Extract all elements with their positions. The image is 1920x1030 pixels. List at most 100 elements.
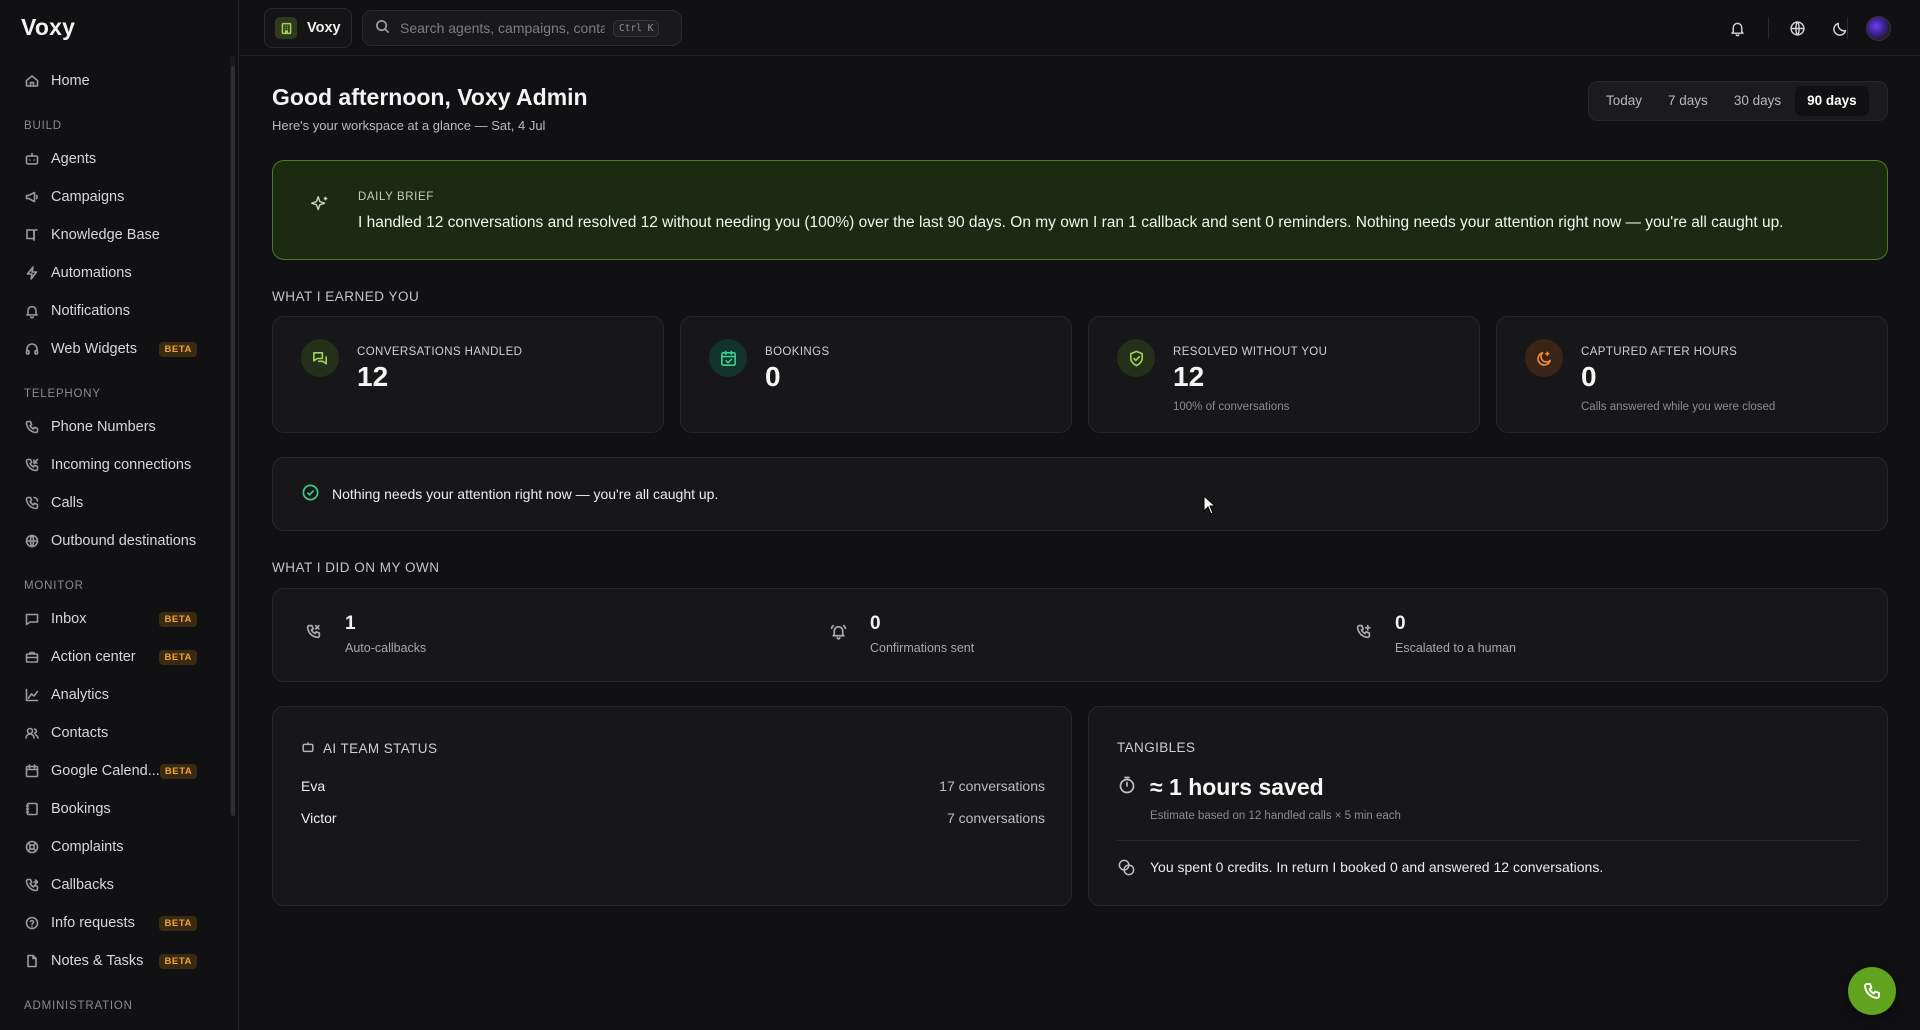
- ai-team-status-label: AI TEAM STATUS: [323, 741, 438, 756]
- sidebar-item-outbound-destinations[interactable]: Outbound destinations: [0, 522, 231, 560]
- sidebar-item-info-requests[interactable]: Info requests BETA: [0, 904, 231, 942]
- sidebar-item-callbacks[interactable]: Callbacks: [0, 866, 231, 904]
- tangibles-title: TANGIBLES: [1117, 740, 1196, 755]
- headset-icon: [24, 341, 40, 357]
- sidebar-item-label: Complaints: [51, 839, 124, 855]
- range-option[interactable]: 90 days: [1795, 86, 1869, 116]
- autonomous-action-value: 1: [345, 613, 356, 634]
- sidebar-section-heading: MONITOR: [24, 580, 84, 592]
- sidebar-item-label: Google Calend...: [51, 763, 160, 779]
- autonomous-action-value: 0: [1395, 613, 1406, 634]
- beta-badge: BETA: [159, 915, 197, 931]
- sidebar-item-label: Outbound destinations: [51, 533, 197, 549]
- shield-check-icon: [1117, 339, 1155, 377]
- tangibles-card: TANGIBLES ≈ 1 hours saved Estimate based…: [1088, 706, 1888, 906]
- help-circle-icon: [24, 915, 40, 931]
- sidebar-item-google-calend[interactable]: Google Calend... BETA: [0, 752, 231, 790]
- range-option[interactable]: 7 days: [1656, 86, 1720, 116]
- own-section-heading: WHAT I DID ON MY OWN: [272, 560, 440, 575]
- sidebar: Voxy Home BUILD Agents Campaigns Knowledge B…: [0, 0, 239, 1030]
- sidebar-item-label: Incoming connections: [51, 457, 192, 473]
- sidebar-item-home[interactable]: Home: [0, 62, 231, 100]
- sidebar-item-calls[interactable]: Calls: [0, 484, 231, 522]
- daily-brief-text: I handled 12 conversations and resolved …: [358, 214, 1784, 231]
- notifications-bell-icon[interactable]: [1726, 17, 1748, 39]
- home-icon: [24, 73, 40, 89]
- sidebar-item-automations[interactable]: Automations: [0, 254, 231, 292]
- kpi-card: RESOLVED WITHOUT YOU 12 100% of conversati…: [1088, 316, 1480, 433]
- sidebar-item-label: Action center: [51, 649, 136, 665]
- beta-badge: BETA: [159, 649, 197, 665]
- sidebar-item-label: Bookings: [51, 801, 111, 817]
- kpi-value: 12: [357, 361, 389, 392]
- ai-agent-row[interactable]: Eva 17 conversations: [301, 778, 1045, 794]
- sidebar-nav: Home BUILD Agents Campaigns Knowledge Base Au…: [0, 62, 231, 1020]
- sidebar-item-bookings[interactable]: Bookings: [0, 790, 231, 828]
- ai-team-status-title: AI TEAM STATUS: [301, 740, 437, 757]
- global-search[interactable]: Ctrl K: [362, 10, 682, 46]
- hours-saved: ≈ 1 hours saved: [1150, 774, 1324, 800]
- globe-icon: [24, 533, 40, 549]
- mouse-cursor: [1203, 494, 1217, 519]
- sidebar-item-web-widgets[interactable]: Web Widgets BETA: [0, 330, 231, 368]
- kpi-subtext: Calls answered while you were closed: [1581, 401, 1776, 413]
- kpi-value: 12: [1173, 361, 1205, 392]
- sidebar-item-label: Knowledge Base: [51, 227, 160, 243]
- phone-transfer-icon: [1355, 623, 1372, 644]
- megaphone-icon: [24, 189, 40, 205]
- sidebar-item-label: Analytics: [51, 687, 110, 703]
- range-option[interactable]: 30 days: [1722, 86, 1793, 116]
- phone-forward-icon: [24, 877, 40, 893]
- autonomous-actions-card: 1 Auto-callbacks 0 Confirmations sent 0 Escal…: [272, 588, 1888, 682]
- search-input[interactable]: [400, 20, 605, 36]
- sidebar-item-phone-numbers[interactable]: Phone Numbers: [0, 408, 231, 446]
- sidebar-item-inbox[interactable]: Inbox BETA: [0, 600, 231, 638]
- ai-agent-row[interactable]: Victor 7 conversations: [301, 810, 1045, 826]
- sidebar-item-label: Info requests: [51, 915, 135, 931]
- sidebar-item-campaigns[interactable]: Campaigns: [0, 178, 231, 216]
- hours-saved-note: Estimate based on 12 handled calls × 5 m…: [1150, 810, 1401, 822]
- sidebar-item-notifications[interactable]: Notifications: [0, 292, 231, 330]
- range-option[interactable]: Today: [1594, 86, 1654, 116]
- attention-status-card: Nothing needs your attention right now —…: [272, 457, 1888, 531]
- sidebar-item-complaints[interactable]: Complaints: [0, 828, 231, 866]
- sidebar-item-analytics[interactable]: Analytics: [0, 676, 231, 714]
- sidebar-scrollbar-thumb[interactable]: [231, 66, 235, 816]
- workspace-switcher[interactable]: Voxy: [264, 8, 352, 48]
- message-icon: [24, 611, 40, 627]
- sidebar-item-incoming-connections[interactable]: Incoming connections: [0, 446, 231, 484]
- top-bar: Voxy Ctrl K: [240, 0, 1920, 56]
- file-icon: [24, 953, 40, 969]
- autonomous-action-value: 0: [870, 613, 881, 634]
- kpi-subtext: 100% of conversations: [1173, 401, 1290, 413]
- chart-icon: [24, 687, 40, 703]
- check-circle-icon: [301, 483, 320, 506]
- sidebar-item-action-center[interactable]: Action center BETA: [0, 638, 231, 676]
- sidebar-item-notes-tasks[interactable]: Notes & Tasks BETA: [0, 942, 231, 980]
- ai-agent-conversations: 7 conversations: [946, 810, 1045, 826]
- sidebar-item-label: Web Widgets: [51, 341, 137, 357]
- earned-section-heading: WHAT I EARNED YOU: [272, 289, 420, 304]
- user-avatar[interactable]: [1866, 16, 1891, 41]
- briefcase-icon: [24, 649, 40, 665]
- sidebar-item-label: Campaigns: [51, 189, 125, 205]
- phone-call-icon: [24, 495, 40, 511]
- workspace-name: Voxy: [307, 20, 341, 36]
- sidebar-item-label: Notes & Tasks: [51, 953, 144, 969]
- building-icon: [275, 17, 297, 39]
- calendar-check-icon: [709, 339, 747, 377]
- call-floating-button[interactable]: [1848, 967, 1896, 1015]
- beta-badge: BETA: [159, 763, 198, 779]
- language-globe-icon[interactable]: [1786, 17, 1808, 39]
- book-icon: [24, 227, 40, 243]
- sidebar-item-knowledge-base[interactable]: Knowledge Base: [0, 216, 231, 254]
- search-icon: [375, 19, 390, 38]
- lifebuoy-icon: [24, 839, 40, 855]
- attention-status-text: Nothing needs your attention right now —…: [332, 486, 719, 502]
- bell-ring-icon: [830, 623, 847, 644]
- voxy-logo[interactable]: Voxy: [21, 14, 75, 41]
- kpi-label: RESOLVED WITHOUT YOU: [1173, 346, 1328, 358]
- sidebar-item-agents[interactable]: Agents: [0, 140, 231, 178]
- moon-icon: [1525, 339, 1563, 377]
- sidebar-item-contacts[interactable]: Contacts: [0, 714, 231, 752]
